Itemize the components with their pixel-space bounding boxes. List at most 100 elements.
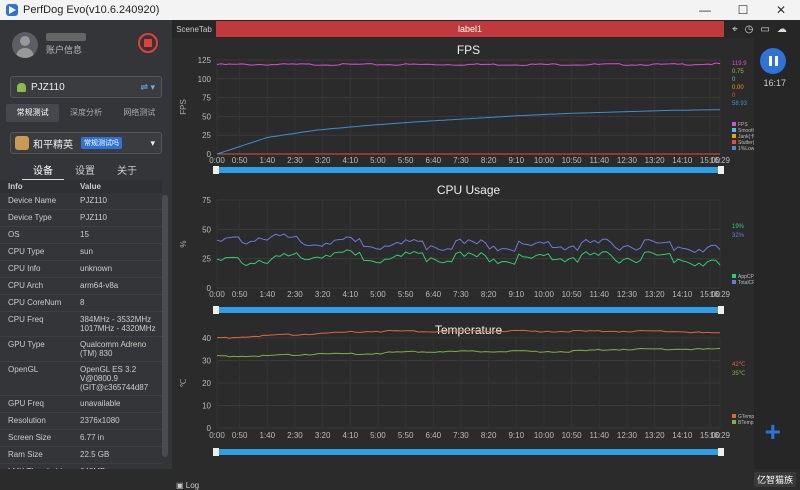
x-tick-label: 5:00 <box>370 431 386 440</box>
add-chart-button[interactable]: + <box>765 416 781 448</box>
table-row: Device Type PJZ110 <box>0 210 162 227</box>
info-key: CPU CoreNum <box>8 298 62 307</box>
x-tick-label: 0:50 <box>232 431 248 440</box>
info-value: PJZ110 <box>80 196 107 205</box>
info-value: Qualcomm Adreno (TM) 830 <box>80 340 147 358</box>
x-tick-label: 8:20 <box>481 156 497 165</box>
info-key: CPU Type <box>8 247 45 256</box>
x-tick-label: 10:50 <box>562 156 583 165</box>
record-stop-button[interactable] <box>138 33 158 53</box>
minimize-button[interactable]: — <box>686 0 724 20</box>
x-tick-label: 0:50 <box>232 290 248 299</box>
x-tick-label: 5:00 <box>370 156 386 165</box>
x-tick-label: 1:40 <box>260 156 276 165</box>
header-value: Value <box>80 182 101 191</box>
log-toggle[interactable]: ▣ Log <box>176 481 199 490</box>
user-name-redacted <box>46 33 86 41</box>
info-value: 384MHz - 3532MHz 1017MHz - 4320MHz <box>80 315 156 333</box>
y-tick-label: 25 <box>202 255 211 264</box>
tab-normal-test[interactable]: 常规测试 <box>6 104 60 122</box>
x-tick-label: 12:30 <box>617 431 638 440</box>
y-tick-label: 50 <box>202 112 211 121</box>
x-tick-label: 10:00 <box>534 290 555 299</box>
x-tick-label: 7:30 <box>453 431 469 440</box>
legend-label: TotalCPU <box>738 280 754 286</box>
y-tick-label: 75 <box>202 196 211 205</box>
x-tick-label: 1:40 <box>260 431 276 440</box>
series-line <box>216 233 721 253</box>
y-axis-label: ℃ <box>179 378 188 387</box>
legend-label: Stutter(卡顿率) <box>738 139 754 146</box>
x-tick-label: 9:10 <box>508 290 524 299</box>
maximize-button[interactable]: ☐ <box>724 0 762 20</box>
table-row: Screen Size 6.77 in <box>0 430 162 447</box>
y-tick-label: 25 <box>202 131 211 140</box>
game-icon <box>15 136 29 150</box>
info-value: arm64-v8a <box>80 281 119 290</box>
table-row: CPU Freq 384MHz - 3532MHz 1017MHz - 4320M… <box>0 312 162 337</box>
info-key: Ram Size <box>8 450 43 459</box>
info-key: Device Type <box>8 213 52 222</box>
tab-device[interactable]: 设备 <box>22 162 64 181</box>
tab-settings[interactable]: 设置 <box>64 162 106 181</box>
tab-deep-analysis[interactable]: 深度分析 <box>59 104 112 122</box>
info-key: Device Name <box>8 196 57 205</box>
x-tick-label: 5:00 <box>370 290 386 299</box>
info-subtabs: 设备 设置 关于 <box>22 162 148 181</box>
legend-swatch <box>732 414 736 418</box>
x-tick-label: 7:30 <box>453 290 469 299</box>
y-tick-label: 75 <box>202 94 211 103</box>
window-title: PerfDog Evo(v10.6.240920) <box>23 4 160 16</box>
close-button[interactable]: ✕ <box>762 0 800 20</box>
android-icon <box>17 82 26 92</box>
series-line <box>216 347 721 358</box>
pause-button[interactable] <box>760 48 786 74</box>
account-info-label[interactable]: 账户信息 <box>46 44 86 57</box>
info-key: Screen Size <box>8 433 52 442</box>
cloud-icon[interactable]: ☁ <box>777 24 787 35</box>
tab-network-test[interactable]: 网络测试 <box>113 104 166 122</box>
tab-about[interactable]: 关于 <box>106 162 148 181</box>
info-value: 8 <box>80 298 85 307</box>
time-range-slider <box>213 307 724 313</box>
x-tick-label: 3:20 <box>315 431 331 440</box>
info-key: CPU Freq <box>8 315 44 324</box>
slider-handle-left <box>213 166 219 174</box>
info-value: sun <box>80 247 93 256</box>
x-tick-label: 16:29 <box>710 156 731 165</box>
info-key: Resolution <box>8 416 46 425</box>
table-row: CPU CoreNum 8 <box>0 295 162 312</box>
current-value: 0.00 <box>732 85 744 91</box>
x-tick-label: 4:10 <box>343 290 359 299</box>
pause-icon <box>774 56 778 66</box>
scrollbar[interactable] <box>162 195 168 457</box>
info-value: 2376x1080 <box>80 416 120 425</box>
time-range-slider <box>213 449 724 455</box>
x-tick-label: 11:40 <box>590 431 610 440</box>
x-tick-label: 8:20 <box>481 290 497 299</box>
info-value: unavailable <box>80 399 121 408</box>
x-tick-label: 1:40 <box>260 290 276 299</box>
x-tick-label: 12:30 <box>617 156 638 165</box>
folder-icon[interactable]: ▭ <box>760 24 769 35</box>
table-row: GPU Freq unavailable <box>0 396 162 413</box>
table-row: GPU Type Qualcomm Adreno (TM) 830 <box>0 337 162 362</box>
legend-label: BTemp <box>738 420 754 426</box>
info-key: OS <box>8 230 20 239</box>
device-selector[interactable]: PJZ110 ⇌ ▾ <box>10 76 162 98</box>
avatar[interactable] <box>12 32 38 58</box>
x-tick-label: 3:20 <box>315 290 331 299</box>
x-tick-label: 0:00 <box>209 431 225 440</box>
chevron-down-icon: ⇌ ▾ <box>140 81 155 92</box>
chart-title: FPS <box>457 43 480 57</box>
info-value: 22.5 GB <box>80 450 110 459</box>
log-label: Log <box>185 481 200 490</box>
info-key: OpenGL <box>8 365 39 374</box>
x-tick-label: 16:29 <box>710 431 731 440</box>
x-tick-label: 2:30 <box>287 156 303 165</box>
mode-tabs: 常规测试 深度分析 网络测试 <box>6 104 166 122</box>
table-row: CPU Arch arm64-v8a <box>0 278 162 295</box>
right-panel <box>754 38 800 469</box>
x-tick-label: 5:50 <box>398 156 414 165</box>
app-selector[interactable]: 和平精英 常规测试吗 ▾ <box>10 132 162 154</box>
